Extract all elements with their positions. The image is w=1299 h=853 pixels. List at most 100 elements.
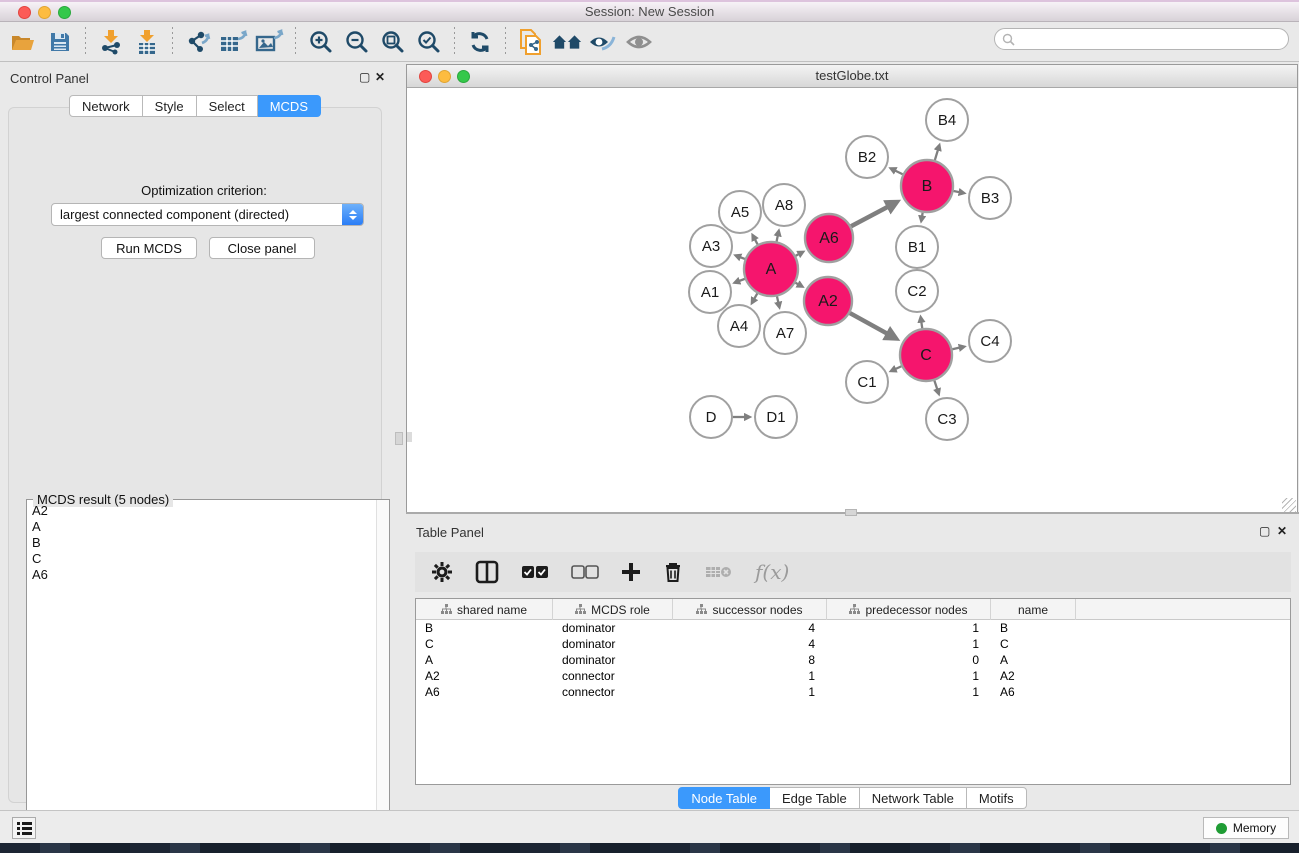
edge-B-B3[interactable] [954,191,960,192]
float-table-panel-icon[interactable]: ▢ [1259,525,1270,537]
cell-successor-nodes[interactable]: 4 [673,636,827,652]
cell-name[interactable]: A6 [991,684,1076,700]
select-all-icon[interactable] [521,565,549,579]
cell-name[interactable]: C [991,636,1076,652]
result-item[interactable]: B [28,535,375,551]
node-table[interactable]: shared nameMCDS rolesuccessor nodesprede… [415,598,1291,785]
search-input[interactable] [1015,32,1288,46]
close-panel-icon[interactable]: ✕ [375,71,385,83]
cell-shared-name[interactable]: A [416,652,553,668]
edge-A-A1[interactable] [739,279,745,281]
search-field[interactable] [994,28,1289,50]
zoom-window-icon[interactable] [58,6,71,19]
edge-A6-B[interactable] [851,207,888,227]
tab-node-table[interactable]: Node Table [678,787,770,809]
cell-successor-nodes[interactable]: 8 [673,652,827,668]
add-column-icon[interactable] [621,562,641,582]
save-session-icon[interactable] [44,26,76,58]
export-network-icon[interactable] [182,26,214,58]
column-header-name[interactable]: name [991,599,1076,620]
result-item[interactable]: A [28,519,375,535]
float-panel-icon[interactable]: ▢ [359,71,370,83]
export-image-icon[interactable] [254,26,286,58]
vertical-splitter-handle[interactable] [395,432,403,445]
cell-MCDS-role[interactable]: dominator [553,636,673,652]
zoom-fit-icon[interactable] [377,26,409,58]
network-canvas[interactable]: B4B2BB3A8A5A6A3B1AC2A1A2A4A7C4CC1DD1C3 [407,88,1297,513]
edge-A-A5[interactable] [755,239,758,244]
result-scrollbar[interactable] [376,500,389,836]
home-views-icon[interactable] [551,26,583,58]
tab-network[interactable]: Network [69,95,143,117]
minimize-window-icon[interactable] [38,6,51,19]
edge-A-A6[interactable] [796,254,799,256]
memory-button[interactable]: Memory [1203,817,1289,839]
zoom-selected-icon[interactable] [413,26,445,58]
network-window-titlebar[interactable]: testGlobe.txt [407,65,1297,88]
edge-A-A4[interactable] [754,293,757,298]
cell-predecessor-nodes[interactable]: 1 [827,684,991,700]
horizontal-splitter-handle[interactable] [845,509,857,516]
result-item[interactable]: A6 [28,567,375,583]
cell-shared-name[interactable]: C [416,636,553,652]
clone-network-icon[interactable] [515,26,547,58]
cell-predecessor-nodes[interactable]: 1 [827,620,991,636]
close-table-panel-icon[interactable]: ✕ [1277,525,1287,537]
cell-name[interactable]: B [991,620,1076,636]
cell-successor-nodes[interactable]: 1 [673,668,827,684]
zoom-in-icon[interactable] [305,26,337,58]
tab-edge-table[interactable]: Edge Table [770,787,860,809]
table-options-gear-icon[interactable] [431,561,453,583]
refresh-icon[interactable] [464,26,496,58]
column-header-MCDS-role[interactable]: MCDS role [553,599,673,620]
tab-network-table[interactable]: Network Table [860,787,967,809]
result-item[interactable]: C [28,551,375,567]
hide-selected-icon[interactable] [587,26,619,58]
deselect-all-icon[interactable] [571,565,599,579]
cell-predecessor-nodes[interactable]: 0 [827,652,991,668]
edge-A-A7[interactable] [777,296,778,302]
cell-predecessor-nodes[interactable]: 1 [827,668,991,684]
tab-select[interactable]: Select [197,95,258,117]
minimize-network-icon[interactable] [438,70,451,83]
tab-mcds[interactable]: MCDS [258,95,321,117]
criterion-dropdown[interactable]: largest connected component (directed) [51,203,364,226]
table-row[interactable]: Bdominator41B [416,620,1290,636]
cell-successor-nodes[interactable]: 4 [673,620,827,636]
result-item[interactable]: A2 [28,503,375,519]
close-network-icon[interactable] [419,70,432,83]
edge-C-C2[interactable] [921,322,922,328]
import-table-icon[interactable] [131,26,163,58]
edge-B-B4[interactable] [935,150,938,160]
edge-B-B2[interactable] [895,171,903,175]
edge-A-A8[interactable] [777,236,778,242]
mcds-result-list[interactable]: A2ABCA6 [28,503,375,835]
show-all-icon[interactable] [623,26,655,58]
table-row[interactable]: A6connector11A6 [416,684,1290,700]
table-row[interactable]: Cdominator41C [416,636,1290,652]
export-table-icon[interactable] [218,26,250,58]
zoom-out-icon[interactable] [341,26,373,58]
cell-successor-nodes[interactable]: 1 [673,684,827,700]
close-window-icon[interactable] [18,6,31,19]
edge-A-A2[interactable] [795,283,798,285]
cell-MCDS-role[interactable]: dominator [553,620,673,636]
cell-MCDS-role[interactable]: connector [553,668,673,684]
cell-predecessor-nodes[interactable]: 1 [827,636,991,652]
edge-A-A3[interactable] [740,257,745,259]
task-history-button[interactable] [12,817,36,839]
window-resize-grip[interactable] [1282,498,1296,512]
cell-name[interactable]: A [991,652,1076,668]
close-panel-button[interactable]: Close panel [209,237,315,259]
delete-column-icon[interactable] [663,561,683,583]
column-header-predecessor-nodes[interactable]: predecessor nodes [827,599,991,620]
edge-A2-C[interactable] [850,313,887,334]
maximize-network-icon[interactable] [457,70,470,83]
cell-MCDS-role[interactable]: connector [553,684,673,700]
edge-C-C1[interactable] [895,366,901,369]
show-column-icon[interactable] [475,560,499,584]
tab-motifs[interactable]: Motifs [967,787,1027,809]
cell-shared-name[interactable]: B [416,620,553,636]
edge-C-C3[interactable] [934,381,937,390]
edge-C-C4[interactable] [952,348,959,350]
